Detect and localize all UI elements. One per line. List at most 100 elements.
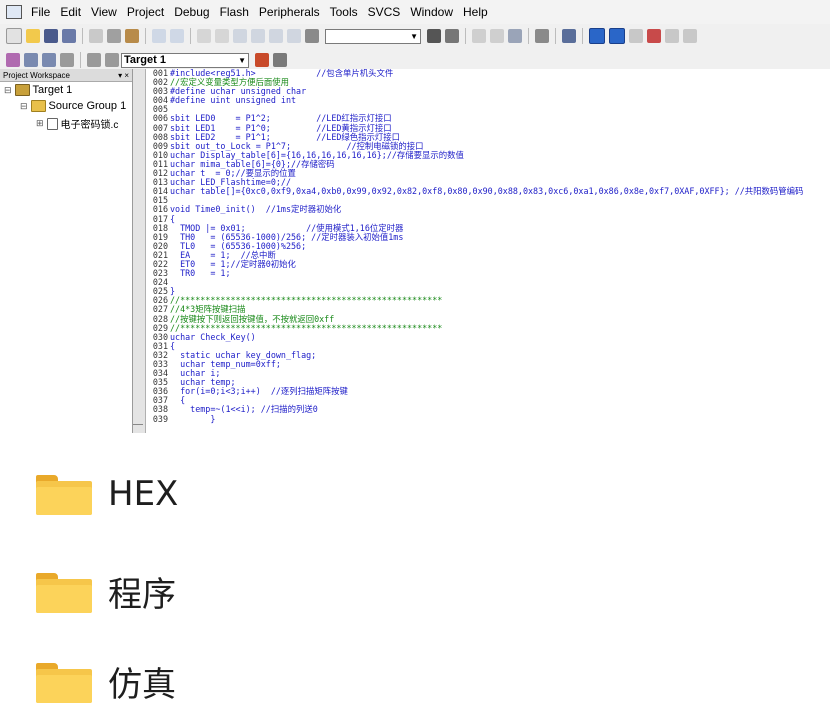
print-icon[interactable] bbox=[535, 29, 549, 43]
find-in-files-icon[interactable] bbox=[305, 29, 319, 43]
cut-icon[interactable] bbox=[89, 29, 103, 43]
tree-item-source-file[interactable]: ⊞ 电子密码锁.c bbox=[36, 116, 118, 131]
toolbar-separator bbox=[555, 28, 556, 44]
folder-icon bbox=[36, 571, 92, 613]
code-line[interactable] bbox=[170, 278, 803, 287]
next-bookmark-icon[interactable] bbox=[269, 29, 283, 43]
breakpoint-icon[interactable] bbox=[629, 29, 643, 43]
redo-icon[interactable] bbox=[170, 29, 184, 43]
code-line[interactable]: } bbox=[170, 414, 803, 424]
code-line[interactable]: TR0 = 1; bbox=[170, 268, 803, 278]
folder-label: HEX bbox=[108, 474, 179, 514]
target-select[interactable]: Target 1 ▼ bbox=[121, 52, 249, 68]
folder-icon bbox=[36, 661, 92, 703]
download-icon[interactable] bbox=[87, 53, 101, 67]
output-window-icon[interactable] bbox=[609, 28, 625, 44]
replace-icon[interactable] bbox=[445, 29, 459, 43]
menu-edit[interactable]: Edit bbox=[55, 5, 86, 19]
bookmark-icon[interactable] bbox=[233, 29, 247, 43]
file-extensions-icon[interactable] bbox=[273, 53, 287, 67]
code-line[interactable]: //**************************************… bbox=[170, 296, 803, 305]
chevron-down-icon: ▼ bbox=[410, 31, 418, 41]
code-editor[interactable]: 001 002 003 004 005 006 007 008 009 010 011 012 013 0… bbox=[133, 69, 830, 433]
disable-breakpoints-icon[interactable] bbox=[665, 29, 679, 43]
folder-item-program[interactable]: 程序 bbox=[36, 567, 176, 616]
copy-icon[interactable] bbox=[107, 29, 121, 43]
code-line[interactable]: uchar temp_num=0xff; bbox=[170, 359, 803, 369]
app-icon bbox=[6, 5, 22, 19]
panel-title: Project Workspace bbox=[3, 70, 70, 80]
save-all-icon[interactable] bbox=[62, 29, 76, 43]
menu-help[interactable]: Help bbox=[458, 5, 493, 19]
menu-debug[interactable]: Debug bbox=[169, 5, 214, 19]
target-options-icon[interactable] bbox=[105, 53, 119, 67]
project-window-icon[interactable] bbox=[589, 28, 605, 44]
folder-item-hex[interactable]: HEX bbox=[36, 473, 178, 515]
forward-icon[interactable] bbox=[490, 29, 504, 43]
tree-item-source-group[interactable]: ⊟ Source Group 1 bbox=[20, 100, 126, 112]
rebuild-icon[interactable] bbox=[42, 53, 56, 67]
keil-ide-screenshot: File Edit View Project Debug Flash Perip… bbox=[0, 0, 830, 433]
menu-svcs[interactable]: SVCS bbox=[363, 5, 406, 19]
build-icon[interactable] bbox=[24, 53, 38, 67]
manage-components-icon[interactable] bbox=[255, 53, 269, 67]
code-text[interactable]: #include<reg51.h> //包含单片机头文件//宏定义变量类型方便后… bbox=[170, 69, 803, 424]
menu-view[interactable]: View bbox=[86, 5, 122, 19]
toolbar-separator bbox=[80, 52, 81, 68]
expand-icon[interactable]: ⊞ bbox=[36, 118, 44, 129]
menu-tools[interactable]: Tools bbox=[325, 5, 363, 19]
toolbar-separator bbox=[528, 28, 529, 44]
menu-flash[interactable]: Flash bbox=[215, 5, 254, 19]
unindent-icon[interactable] bbox=[215, 29, 229, 43]
folder-item-simulation[interactable]: 仿真 bbox=[36, 657, 176, 706]
undo-icon[interactable] bbox=[152, 29, 166, 43]
collapse-icon[interactable]: ⊟ bbox=[20, 101, 28, 112]
menu-peripherals[interactable]: Peripherals bbox=[254, 5, 325, 19]
code-line[interactable]: //**************************************… bbox=[170, 323, 803, 333]
tree-item-label: Source Group 1 bbox=[48, 100, 127, 112]
clear-bookmarks-icon[interactable] bbox=[287, 29, 301, 43]
new-file-icon[interactable] bbox=[6, 28, 22, 44]
project-workspace-panel: Project Workspace ▾ × ⊟ Target 1 ⊟ Sourc… bbox=[0, 69, 133, 433]
back-icon[interactable] bbox=[472, 29, 486, 43]
toolbar-separator bbox=[465, 28, 466, 44]
toolbar-separator bbox=[582, 28, 583, 44]
collapse-icon[interactable]: ⊟ bbox=[4, 85, 12, 96]
menu-bar: File Edit View Project Debug Flash Perip… bbox=[0, 0, 830, 24]
target-select-value: Target 1 bbox=[124, 54, 166, 66]
debug-icon[interactable] bbox=[562, 29, 576, 43]
code-line[interactable]: for(i=0;i<3;i++) //逐列扫描矩阵按键 bbox=[170, 387, 803, 396]
code-line[interactable]: #define uint unsigned int bbox=[170, 96, 803, 105]
prev-bookmark-icon[interactable] bbox=[251, 29, 265, 43]
open-folder-icon[interactable] bbox=[26, 29, 40, 43]
code-line[interactable]: ET0 = 1;//定时器0初始化 bbox=[170, 259, 803, 269]
find-combo[interactable]: ▼ bbox=[325, 28, 421, 44]
code-line[interactable]: void Time0_init() //1ms定时器初始化 bbox=[170, 205, 803, 214]
build-output-icon[interactable] bbox=[508, 29, 522, 43]
code-line[interactable]: uchar Check_Key() bbox=[170, 332, 803, 342]
line-number: 039 bbox=[152, 413, 168, 424]
translate-icon[interactable] bbox=[6, 53, 20, 67]
target-icon bbox=[14, 84, 30, 96]
code-line[interactable]: uchar table[]={0xc0,0xf9,0xa4,0xb0,0x99,… bbox=[170, 187, 803, 196]
tree-item-target[interactable]: ⊟ Target 1 bbox=[4, 84, 72, 96]
panel-close-button[interactable]: ▾ × bbox=[118, 71, 129, 80]
code-line[interactable]: temp=~(1<<i); //扫描的列送0 bbox=[170, 405, 803, 414]
menu-window[interactable]: Window bbox=[405, 5, 458, 19]
configure-icon[interactable] bbox=[683, 29, 697, 43]
folder-label: 仿真 bbox=[108, 665, 176, 705]
indent-icon[interactable] bbox=[197, 29, 211, 43]
folder-icon bbox=[30, 100, 46, 112]
menu-file[interactable]: File bbox=[26, 5, 55, 19]
c-file-icon bbox=[46, 117, 58, 130]
toolbar-separator bbox=[145, 28, 146, 44]
code-line[interactable]: uchar i; bbox=[170, 368, 803, 378]
folder-icon bbox=[36, 473, 92, 515]
paste-icon[interactable] bbox=[125, 29, 139, 43]
menu-project[interactable]: Project bbox=[122, 5, 169, 19]
save-icon[interactable] bbox=[44, 29, 58, 43]
scroll-arrow-icon[interactable] bbox=[133, 424, 143, 433]
stop-build-icon[interactable] bbox=[60, 53, 74, 67]
find-icon[interactable] bbox=[427, 29, 441, 43]
kill-breakpoints-icon[interactable] bbox=[647, 29, 661, 43]
